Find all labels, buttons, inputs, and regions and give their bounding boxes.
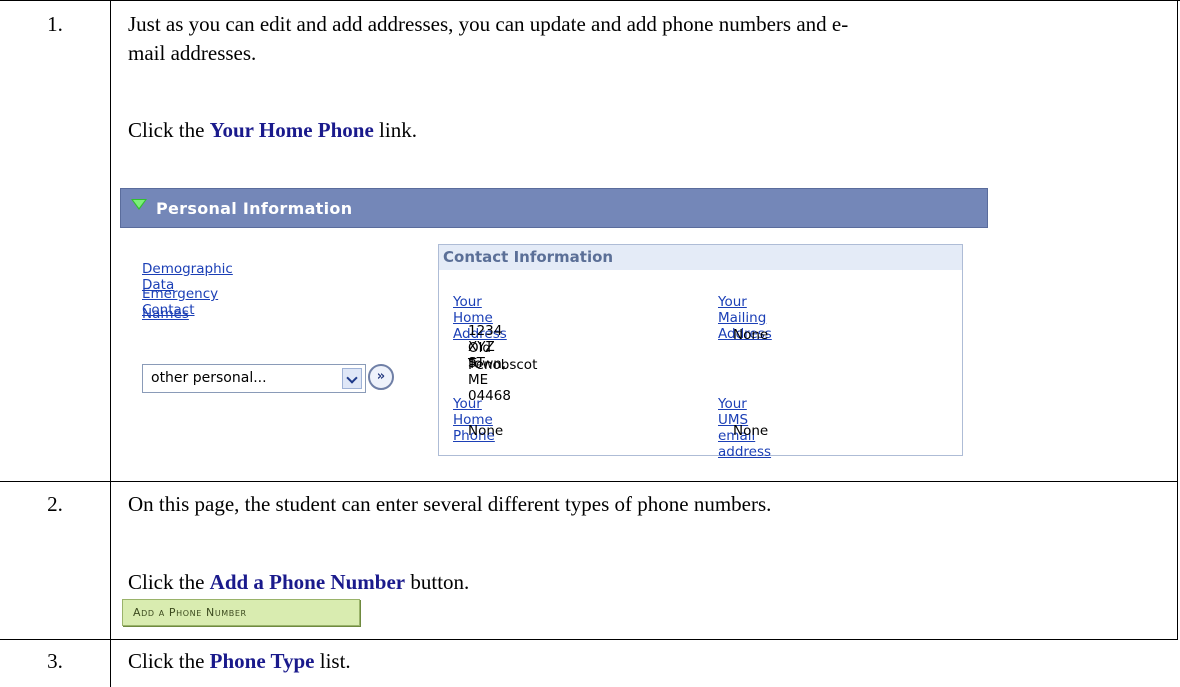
instruction-target: Your Home Phone	[209, 118, 374, 142]
expand-triangle-icon[interactable]	[131, 199, 147, 210]
section-title: Personal Information	[156, 199, 353, 218]
table-row-divider-1	[0, 481, 1178, 482]
table-border-right	[1177, 0, 1178, 639]
contact-information-title: Contact Information	[443, 248, 614, 266]
add-phone-button-label: Add a Phone Number	[133, 606, 247, 619]
instruction-suffix: list.	[314, 649, 351, 673]
table-border-top	[0, 0, 1180, 1]
instruction-suffix: button.	[405, 570, 470, 594]
select-value: other personal...	[151, 370, 267, 386]
home-address-line-3: Penobscot	[468, 357, 538, 373]
ums-email-value: None	[733, 423, 769, 439]
table-row-divider-2	[0, 639, 1178, 640]
step-number-3: 3.	[47, 649, 63, 673]
step-1-text-line-2: mail addresses.	[128, 41, 257, 65]
chevron-down-icon[interactable]	[342, 368, 362, 389]
step-2-text: On this page, the student can enter seve…	[128, 492, 772, 516]
step-3-instruction: Click the Phone Type list.	[128, 647, 351, 676]
step-1-text-line-1: Just as you can edit and add addresses, …	[128, 12, 849, 36]
instruction-prefix: Click the	[128, 570, 210, 594]
instruction-target: Add a Phone Number	[209, 570, 406, 594]
step-number-2: 2.	[47, 492, 63, 516]
instruction-target: Phone Type	[209, 649, 315, 673]
contact-information-box: Contact Information	[438, 244, 963, 456]
step-1-instruction: Click the Your Home Phone link.	[128, 116, 417, 145]
instruction-prefix: Click the	[128, 649, 210, 673]
contact-information-header: Contact Information	[439, 245, 962, 270]
instruction-suffix: link.	[373, 118, 417, 142]
mailing-address-value: None	[733, 327, 769, 343]
names-link[interactable]: Names	[142, 306, 189, 322]
other-personal-select[interactable]: other personal...	[142, 364, 366, 393]
step-number-1: 1.	[47, 12, 63, 36]
add-a-phone-number-button[interactable]: Add a Phone Number	[122, 599, 360, 626]
instruction-prefix: Click the	[128, 118, 210, 142]
home-phone-value: None	[468, 423, 504, 439]
personal-information-header[interactable]: Personal Information	[120, 188, 988, 228]
go-double-chevron-icon[interactable]: »	[368, 364, 394, 390]
step-2-instruction: Click the Add a Phone Number button.	[128, 568, 469, 597]
table-divider-vertical	[110, 0, 111, 687]
